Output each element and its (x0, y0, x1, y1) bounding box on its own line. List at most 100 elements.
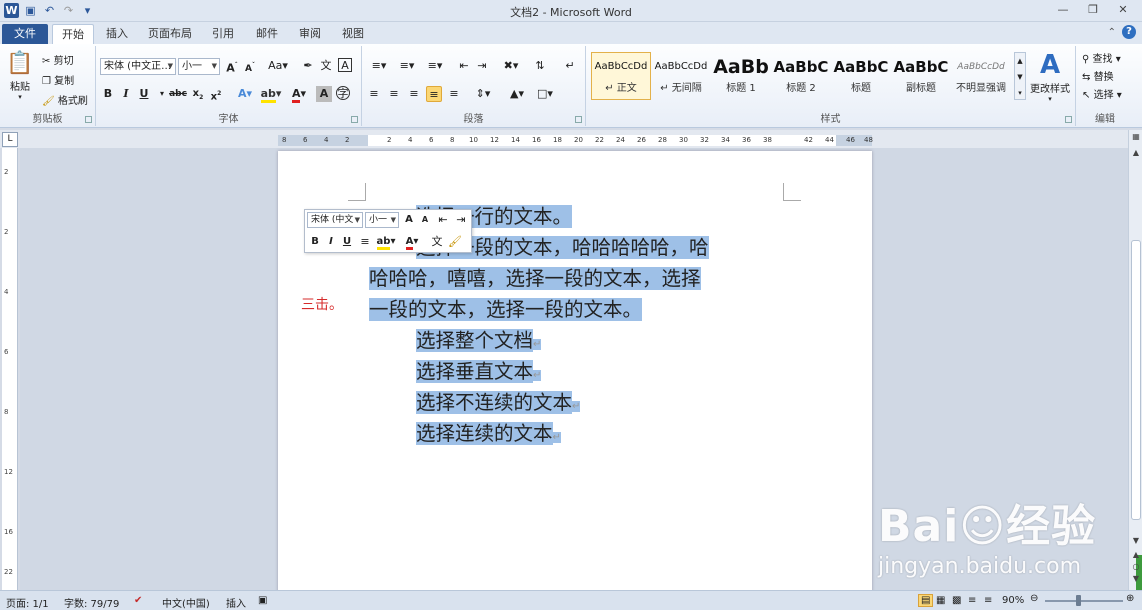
change-case-icon[interactable]: Aa▾ (266, 58, 290, 74)
style-subtle-emphasis[interactable]: AaBbCcDd 不明显强调 (951, 52, 1011, 100)
styles-scroll-control[interactable]: ▲ ▼ ▾ (1014, 52, 1026, 100)
shading-icon[interactable]: ▲▾ (506, 86, 528, 102)
mini-font-color-icon[interactable]: A▾ (401, 234, 423, 250)
select-button[interactable]: ↖ 选择 ▾ (1082, 86, 1122, 101)
mini-format-painter-icon[interactable]: 🖌 (447, 234, 463, 250)
tab-file[interactable]: 文件 (2, 24, 48, 44)
page-count[interactable]: 页面: 1/1 (6, 595, 49, 610)
minimize-ribbon-icon[interactable]: ⌃ (1108, 27, 1116, 38)
phonetic-guide-icon[interactable]: 文 (318, 58, 334, 74)
increase-indent-icon[interactable]: ⇥ (474, 58, 490, 74)
font-color-icon[interactable]: A▾ (288, 86, 310, 103)
subscript-icon[interactable]: x2 (190, 86, 206, 102)
change-styles-button[interactable]: A 更改样式 ▾ (1028, 50, 1072, 103)
mini-decrease-indent-icon[interactable]: ⇤ (435, 212, 451, 228)
char-shading-icon[interactable]: A (316, 86, 332, 102)
language-indicator[interactable]: 中文(中国) (162, 595, 210, 610)
browse-object-icon[interactable]: ○ (1130, 562, 1142, 571)
zoom-slider-thumb[interactable] (1076, 595, 1081, 606)
insert-mode[interactable]: 插入 (226, 595, 246, 610)
prev-page-icon[interactable]: ▲ (1130, 550, 1142, 559)
align-right-icon[interactable]: ≡ (406, 86, 422, 102)
text-effects-icon[interactable]: A▾ (234, 86, 256, 102)
grow-font-icon[interactable]: Aˆ (224, 58, 240, 75)
bullets-icon[interactable]: ≡▾ (366, 58, 392, 74)
mini-underline-icon[interactable]: U (339, 234, 355, 250)
zoom-level[interactable]: 90% (1002, 595, 1024, 606)
proofing-icon[interactable]: ✔ (134, 595, 142, 606)
chinese-layout-icon[interactable]: ✖▾ (500, 58, 522, 74)
vertical-scrollbar[interactable]: ▦ ▲ ▼ ▲ ○ ▼ (1128, 130, 1142, 605)
bold-icon[interactable]: B (100, 86, 116, 102)
numbering-icon[interactable]: ≡▾ (394, 58, 420, 74)
horizontal-ruler[interactable]: 8 6 4 2 2 4 6 8 10 12 14 16 18 20 22 24 … (278, 135, 873, 146)
style-subtitle[interactable]: AaBbC 副标题 (891, 52, 951, 100)
sort-icon[interactable]: ⇅ (532, 58, 548, 74)
distributed-icon[interactable]: ≡ (446, 86, 462, 102)
dialog-launcher-icon[interactable] (575, 116, 582, 123)
justify-icon[interactable]: ≡ (426, 86, 442, 102)
zoom-in-icon[interactable]: ⊕ (1126, 593, 1134, 604)
style-heading-2[interactable]: AaBbC 标题 2 (771, 52, 831, 100)
ruler-toggle-icon[interactable]: ▦ (1130, 132, 1142, 141)
word-count[interactable]: 字数: 79/79 (64, 595, 119, 610)
align-center-icon[interactable]: ≡ (386, 86, 402, 102)
line-spacing-icon[interactable]: ⇕▾ (472, 86, 494, 102)
zoom-out-icon[interactable]: ⊖ (1030, 593, 1038, 604)
zoom-slider-track[interactable] (1045, 600, 1123, 602)
doc-line[interactable]: 选择整个文档↵ (416, 325, 542, 360)
close-icon[interactable]: ✕ (1108, 1, 1138, 19)
doc-line[interactable]: 哈哈哈，嘻嘻，选择一段的文本，选择 (369, 263, 701, 294)
decrease-indent-icon[interactable]: ⇤ (456, 58, 472, 74)
mini-bold-icon[interactable]: B (307, 234, 323, 250)
web-layout-icon[interactable]: ▩ (952, 595, 961, 606)
outline-icon[interactable]: ≡ (968, 595, 976, 606)
mini-center-icon[interactable]: ≡ (357, 234, 373, 250)
mini-phonetic-icon[interactable]: 文 (429, 234, 445, 250)
draft-icon[interactable]: ≡ (984, 595, 992, 606)
dialog-launcher-icon[interactable] (1065, 116, 1072, 123)
tab-home[interactable]: 开始 (52, 24, 94, 44)
tab-insert[interactable]: 插入 (100, 24, 134, 44)
char-border-icon[interactable]: A (338, 58, 352, 72)
format-painter-button[interactable]: 🖌 格式刷 (42, 92, 88, 107)
underline-icon[interactable]: U (136, 86, 152, 102)
mini-italic-icon[interactable]: I (323, 234, 339, 250)
clear-format-icon[interactable]: ✒ (300, 58, 316, 74)
find-button[interactable]: ⚲ 查找 ▾ (1082, 50, 1121, 65)
mini-shrink-font-icon[interactable]: A (417, 212, 433, 228)
enclosed-char-icon[interactable]: 字 (336, 86, 350, 100)
strikethrough-icon[interactable]: abc (168, 86, 188, 102)
tab-references[interactable]: 引用 (206, 24, 240, 44)
superscript-icon[interactable]: x2 (208, 86, 224, 102)
show-marks-icon[interactable]: ↵ (562, 58, 578, 74)
next-page-icon[interactable]: ▼ (1130, 574, 1142, 583)
style-title[interactable]: AaBbC 标题 (831, 52, 891, 100)
tab-review[interactable]: 审阅 (293, 24, 327, 44)
paste-button[interactable]: 📋 粘贴 ▾ (6, 50, 34, 101)
tab-view[interactable]: 视图 (336, 24, 370, 44)
style-normal[interactable]: AaBbCcDd ↵ 正文 (591, 52, 651, 100)
tab-page-layout[interactable]: 页面布局 (142, 24, 198, 44)
cut-button[interactable]: ✂ 剪切 (42, 52, 74, 67)
dialog-launcher-icon[interactable] (351, 116, 358, 123)
highlight-icon[interactable]: ab▾ (260, 86, 282, 103)
doc-line[interactable]: 选择垂直文本↵ (416, 356, 542, 391)
help-icon[interactable]: ? (1122, 25, 1136, 39)
borders-icon[interactable]: □▾ (534, 86, 556, 102)
doc-line[interactable]: 选择不连续的文本↵ (416, 387, 581, 422)
font-name-select[interactable]: 宋体 (中文正… ▼ (100, 58, 176, 75)
mini-increase-indent-icon[interactable]: ⇥ (453, 212, 469, 228)
print-layout-icon[interactable]: ▤ (918, 594, 934, 607)
vertical-ruler[interactable]: 22 46 8 12 16 22 (2, 148, 18, 590)
macro-record-icon[interactable]: ▣ (258, 595, 267, 606)
scroll-up-icon[interactable]: ▲ (1130, 148, 1142, 157)
multilevel-list-icon[interactable]: ≡▾ (422, 58, 448, 74)
copy-button[interactable]: ❐ 复制 (42, 72, 74, 87)
tab-selector-icon[interactable]: L (2, 132, 18, 147)
doc-line[interactable]: 选择连续的文本↵ (416, 418, 561, 453)
font-size-select[interactable]: 小一 ▼ (178, 58, 220, 75)
scrollbar-thumb[interactable] (1131, 240, 1141, 520)
document-page[interactable]: 三击。 选择一行的文本。 选择一段的文本，哈哈哈哈哈，哈 哈哈哈，嘻嘻，选择一段… (278, 151, 872, 590)
align-left-icon[interactable]: ≡ (366, 86, 382, 102)
